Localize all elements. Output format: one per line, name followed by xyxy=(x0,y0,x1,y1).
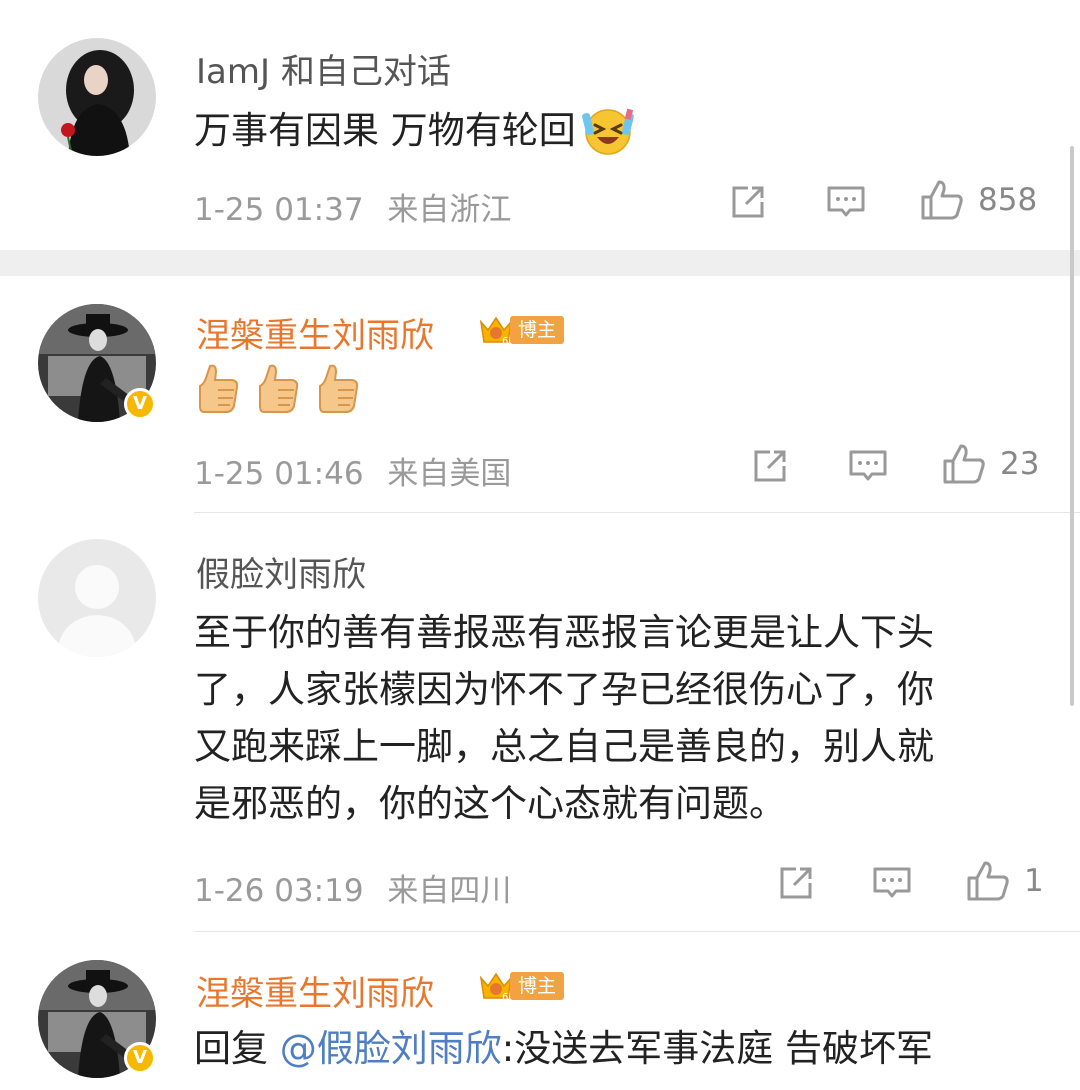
comment-location: 来自四川 xyxy=(387,873,512,909)
comment-time: 1-26 03:19 xyxy=(194,873,364,909)
comment-text-line: 至于你的善有善报恶有恶报言论更是让人下头 xyxy=(194,611,934,654)
blogger-tag: 博主 xyxy=(510,972,565,1000)
like-button[interactable]: 23 xyxy=(942,442,1039,486)
comment-username[interactable]: 涅槃重生刘雨欣 xyxy=(196,308,434,357)
share-button[interactable] xyxy=(728,182,768,222)
like-count: 23 xyxy=(1000,446,1040,482)
mention-link[interactable]: @假脸刘雨欣 xyxy=(280,1027,502,1070)
comment-icon xyxy=(873,867,911,898)
crown-level: 6 xyxy=(502,992,508,1002)
comment-meta: 1-26 03:19 来自四川 xyxy=(194,865,511,910)
like-icon xyxy=(921,180,963,220)
comment-text-line: 是邪恶的，你的这个心态就有问题。 xyxy=(194,782,786,825)
reply-prefix: 回复 xyxy=(194,1027,280,1070)
crown-icon: 6 xyxy=(479,316,513,346)
comment-button[interactable] xyxy=(848,446,888,486)
share-icon xyxy=(754,450,786,482)
share-button[interactable] xyxy=(750,446,790,486)
comment-item: V 涅槃重生刘雨欣 6 博主 回复 @假脸刘雨欣:没送去军事法庭 告破坏军 xyxy=(0,932,1080,1090)
share-icon xyxy=(780,867,812,899)
comment-text-line: 又跑来踩上一脚，总之自己是善良的，别人就 xyxy=(194,725,934,768)
comment-button[interactable] xyxy=(826,182,866,222)
like-icon xyxy=(967,861,1009,901)
comment-text-body: :没送去军事法庭 告破坏军 xyxy=(501,1027,933,1070)
comment-meta: 1-25 01:37 来自浙江 xyxy=(194,184,511,229)
comment-item: 假脸刘雨欣 至于你的善有善报恶有恶报言论更是让人下头 了，人家张檬因为怀不了孕已… xyxy=(0,513,1080,931)
comment-text-line: 了，人家张檬因为怀不了孕已经很伤心了，你 xyxy=(194,668,934,711)
comment-username[interactable]: 涅槃重生刘雨欣 xyxy=(196,966,434,1015)
crown-level: 6 xyxy=(502,336,508,346)
like-button[interactable]: 858 xyxy=(920,178,1037,222)
like-button[interactable]: 1 xyxy=(966,859,1044,903)
comment-username[interactable]: IamJ 和自己对话 xyxy=(196,44,451,93)
comment-icon xyxy=(849,450,887,481)
comment-text: 至于你的善有善报恶有恶报言论更是让人下头 了，人家张檬因为怀不了孕已经很伤心了，… xyxy=(194,604,1064,832)
comment-text-body: 万事有因果 万物有轮回 xyxy=(194,109,576,152)
verified-badge-icon: V xyxy=(124,388,156,420)
section-divider xyxy=(0,250,1080,276)
thumbs-up-emoji-icon xyxy=(259,364,299,413)
share-icon xyxy=(732,186,764,218)
blogger-badge: 6 博主 xyxy=(478,970,565,1002)
comment-button[interactable] xyxy=(872,863,912,903)
comment-emoji-row xyxy=(194,362,360,414)
blogger-badge: 6 博主 xyxy=(478,314,565,346)
thumbs-up-emoji-icon xyxy=(199,364,239,413)
laughing-crying-emoji-icon xyxy=(581,105,634,157)
like-count: 1 xyxy=(1024,863,1044,899)
comment-text: 回复 @假脸刘雨欣:没送去军事法庭 告破坏军 xyxy=(194,1020,933,1077)
avatar[interactable] xyxy=(38,38,156,156)
comment-location: 来自浙江 xyxy=(387,192,512,228)
verified-badge-icon: V xyxy=(124,1042,156,1074)
avatar[interactable] xyxy=(38,539,156,657)
like-count: 858 xyxy=(978,182,1038,218)
comment-username[interactable]: 假脸刘雨欣 xyxy=(196,547,366,596)
comment-time: 1-25 01:46 xyxy=(194,456,364,492)
comment-text: 万事有因果 万物有轮回 xyxy=(194,102,634,159)
share-button[interactable] xyxy=(776,863,816,903)
blogger-tag: 博主 xyxy=(510,316,565,344)
comment-icon xyxy=(827,186,865,217)
crown-icon: 6 xyxy=(479,972,513,1002)
comment-time: 1-25 01:37 xyxy=(194,192,364,228)
comment-item: IamJ 和自己对话 万事有因果 万物有轮回 1-25 01:37 来自浙江 8… xyxy=(0,0,1080,250)
scrollbar[interactable] xyxy=(1070,146,1074,706)
like-icon xyxy=(943,444,985,484)
comment-item: V 涅槃重生刘雨欣 6 博主 1-25 01:46 来自美国 23 xyxy=(0,276,1080,512)
comment-meta: 1-25 01:46 来自美国 xyxy=(194,448,511,493)
comment-location: 来自美国 xyxy=(387,456,512,492)
thumbs-up-emoji-icon xyxy=(319,364,359,413)
